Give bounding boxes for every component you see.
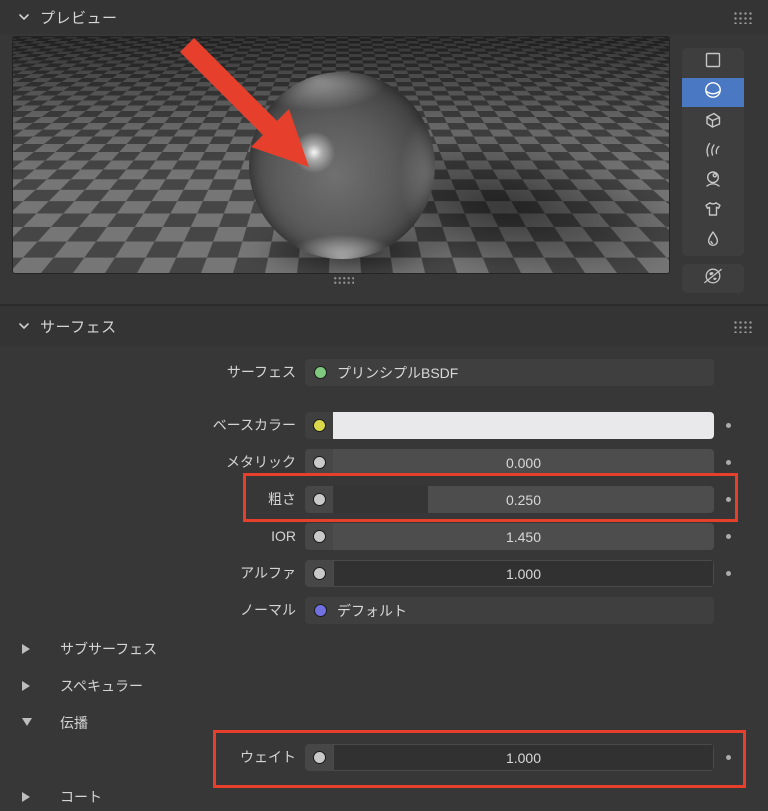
cube-icon: [703, 110, 723, 135]
surface-shader-label: サーフェス: [0, 359, 296, 386]
normal-label: ノーマル: [0, 597, 296, 624]
animate-property-dot[interactable]: [726, 755, 731, 760]
animate-property-dot[interactable]: [726, 571, 731, 576]
sphere-icon: [703, 80, 723, 105]
preview-type-sphere-button[interactable]: [682, 78, 744, 108]
value-socket-icon: [313, 567, 326, 580]
subsurface-label: サブサーフェス: [60, 639, 157, 659]
base-color-socket-button[interactable]: [305, 412, 333, 439]
animate-property-dot[interactable]: [726, 534, 731, 539]
disclosure-triangle-collapsed-icon: [22, 681, 30, 691]
alpha-slider[interactable]: 1.000: [333, 560, 714, 587]
shader-socket-icon: [314, 366, 327, 379]
animate-property-dot[interactable]: [726, 460, 731, 465]
value-socket-icon: [313, 456, 326, 469]
weight-socket-button[interactable]: [305, 744, 333, 771]
base-color-label: ベースカラー: [0, 412, 296, 439]
transmission-subpanel-header[interactable]: 伝播: [0, 712, 768, 734]
preview-type-toolbar: [682, 48, 744, 256]
color-socket-icon: [313, 419, 326, 432]
surface-shader-value: プリンシプルBSDF: [337, 363, 458, 383]
chevron-down-icon: [17, 319, 31, 338]
transmission-weight-row: ウェイト 1.000: [0, 744, 768, 771]
coat-label: コート: [60, 787, 102, 807]
material-preview-render: [12, 36, 670, 274]
disclosure-triangle-collapsed-icon: [22, 792, 30, 802]
preview-panel-title: プレビュー: [40, 7, 118, 28]
hair-icon: [703, 140, 723, 165]
ior-socket-button[interactable]: [305, 523, 333, 550]
alpha-row: アルファ 1.000: [0, 560, 768, 587]
specular-label: スペキュラー: [60, 676, 143, 696]
preview-resize-grip[interactable]: [333, 276, 354, 284]
weight-slider[interactable]: 1.000: [333, 744, 714, 771]
world-icon: [702, 265, 724, 292]
roughness-label: 粗さ: [0, 486, 296, 513]
preview-panel-header[interactable]: プレビュー: [0, 0, 768, 34]
preview-sphere: [249, 72, 435, 259]
ior-value: 1.450: [333, 529, 714, 545]
alpha-label: アルファ: [0, 560, 296, 587]
normal-value: デフォルト: [337, 601, 407, 621]
subsurface-subpanel-header[interactable]: サブサーフェス: [0, 638, 768, 660]
ior-label: IOR: [0, 523, 296, 550]
ior-row: IOR 1.450: [0, 523, 768, 550]
metallic-value: 0.000: [333, 455, 714, 471]
disclosure-triangle-collapsed-icon: [22, 644, 30, 654]
value-socket-icon: [313, 530, 326, 543]
surface-shader-field[interactable]: プリンシプルBSDF: [305, 359, 714, 386]
base-color-swatch[interactable]: [333, 412, 714, 439]
roughness-value: 0.250: [333, 492, 714, 508]
value-socket-icon: [313, 751, 326, 764]
metallic-slider[interactable]: 0.000: [333, 449, 714, 476]
animate-property-dot[interactable]: [726, 423, 731, 428]
specular-subpanel-header[interactable]: スペキュラー: [0, 675, 768, 697]
fluid-icon: [703, 229, 723, 254]
blender-material-properties-panel: プレビュー: [0, 0, 768, 811]
metallic-label: メタリック: [0, 449, 296, 476]
panel-drag-grip-icon[interactable]: [733, 11, 752, 24]
base-color-row: ベースカラー: [0, 412, 768, 439]
preview-type-flat-plane-button[interactable]: [682, 48, 744, 78]
value-socket-icon: [313, 493, 326, 506]
chevron-down-icon: [17, 10, 31, 29]
weight-label: ウェイト: [0, 744, 296, 771]
preview-type-cube-button[interactable]: [682, 107, 744, 137]
roughness-socket-button[interactable]: [305, 486, 333, 513]
vector-socket-icon: [314, 604, 327, 617]
world-preview-button[interactable]: [682, 264, 744, 293]
metallic-socket-button[interactable]: [305, 449, 333, 476]
roughness-row: 粗さ 0.250: [0, 486, 768, 513]
animate-property-dot[interactable]: [726, 497, 731, 502]
cloth-icon: [703, 199, 723, 224]
preview-type-shaderball-button[interactable]: [682, 167, 744, 197]
normal-row: ノーマル デフォルト: [0, 597, 768, 624]
flat-plane-icon: [703, 50, 723, 75]
panel-drag-grip-icon[interactable]: [733, 320, 752, 333]
transmission-label: 伝播: [60, 713, 88, 733]
normal-field[interactable]: デフォルト: [305, 597, 714, 624]
alpha-socket-button[interactable]: [305, 560, 333, 587]
shaderball-icon: [703, 169, 723, 194]
weight-value: 1.000: [333, 750, 714, 766]
preview-type-cloth-button[interactable]: [682, 197, 744, 227]
preview-type-fluid-button[interactable]: [682, 226, 744, 256]
ior-field[interactable]: 1.450: [333, 523, 714, 550]
alpha-value: 1.000: [333, 566, 714, 582]
surface-panel-header[interactable]: サーフェス: [0, 306, 768, 346]
roughness-slider[interactable]: 0.250: [333, 486, 714, 513]
disclosure-triangle-expanded-icon: [22, 718, 32, 726]
metallic-row: メタリック 0.000: [0, 449, 768, 476]
surface-shader-row: サーフェス プリンシプルBSDF: [0, 359, 768, 386]
preview-type-hair-button[interactable]: [682, 137, 744, 167]
coat-subpanel-header[interactable]: コート: [0, 786, 768, 808]
surface-panel-title: サーフェス: [40, 316, 117, 337]
